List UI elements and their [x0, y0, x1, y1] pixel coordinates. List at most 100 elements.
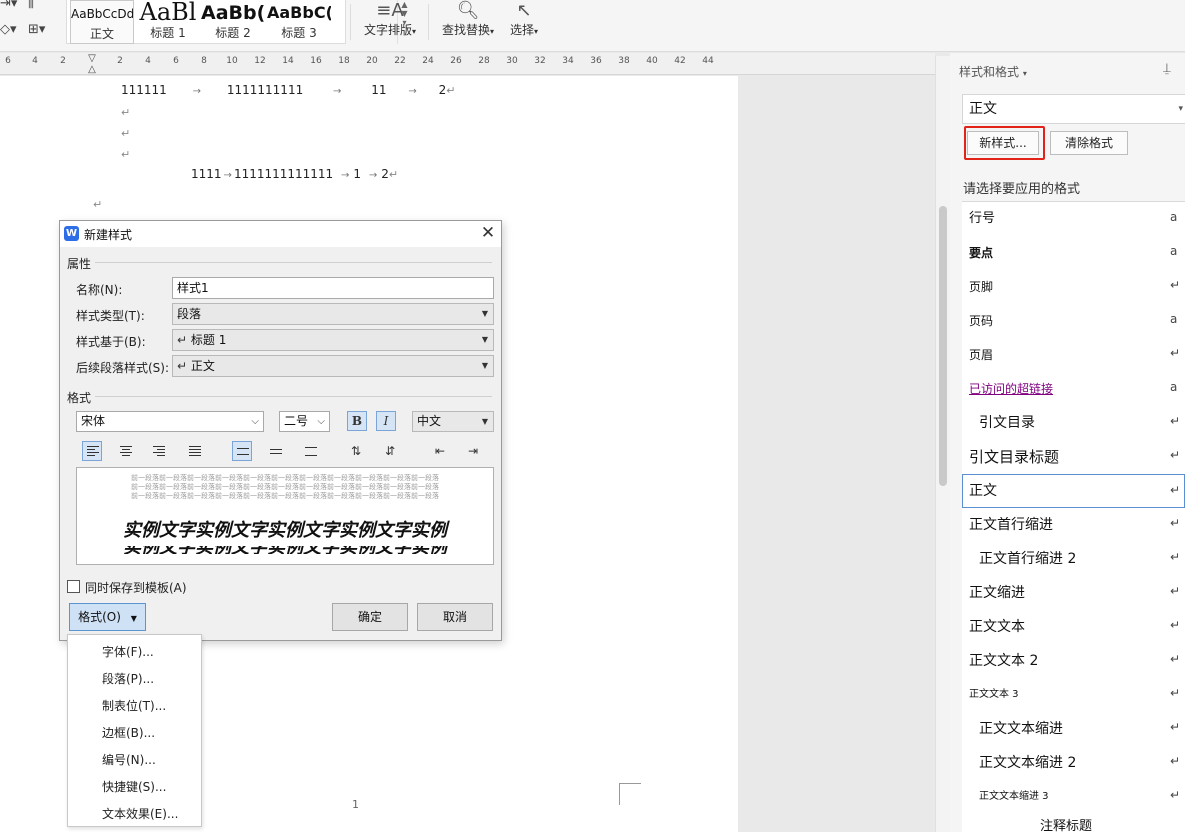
language-select[interactable]: 中文 ▼	[412, 411, 494, 432]
style-item-name: 行号	[969, 211, 996, 226]
style-item-name: 正文文本 3	[969, 689, 1019, 700]
style-item-toa[interactable]: 引文目录 ↵	[962, 406, 1185, 440]
scrollbar-thumb[interactable]	[939, 206, 947, 486]
style-name-input[interactable]: 样式1	[172, 277, 494, 299]
menu-item-numbering[interactable]: 编号(N)...	[102, 751, 156, 768]
style-item-name: 引文目录标题	[969, 448, 1060, 466]
style-item-body-first-indent[interactable]: 正文首行缩进 ↵	[962, 508, 1185, 542]
clear-format-button[interactable]: 清除格式	[1050, 131, 1128, 155]
style-item-body-first-indent-2[interactable]: 正文首行缩进 2 ↵	[962, 542, 1185, 576]
style-type-select[interactable]: 段落 ▼	[172, 303, 494, 325]
doc-text: 1111111111111	[233, 167, 334, 181]
style-item-line-number[interactable]: 行号 a	[962, 202, 1185, 236]
style-item-body-text-indent-2[interactable]: 正文文本缩进 2 ↵	[962, 746, 1185, 780]
gallery-style-normal[interactable]: AaBbCcDd 正文	[70, 0, 134, 44]
style-item-page-number[interactable]: 页码 a	[962, 304, 1185, 338]
menu-item-border[interactable]: 边框(B)...	[102, 724, 155, 741]
pin-icon[interactable]: ⍊	[1163, 61, 1171, 76]
ok-button[interactable]: 确定	[332, 603, 408, 631]
fill-color-icon[interactable]: ◇▾	[0, 22, 28, 40]
format-dropdown-button[interactable]: 格式(O) ▼	[69, 603, 146, 631]
style-item-header[interactable]: 页眉 ↵	[962, 338, 1185, 372]
align-left-button[interactable]	[82, 441, 102, 461]
style-item-body-text-2[interactable]: 正文文本 2 ↵	[962, 644, 1185, 678]
tab-mark: →	[341, 170, 350, 181]
ruler-tick-label: 34	[562, 56, 574, 66]
gallery-style-heading3[interactable]: AaBbC( 标题 3	[267, 0, 331, 44]
font-select[interactable]: 宋体 ⌵	[76, 411, 264, 432]
gallery-style-heading2[interactable]: AaBb( 标题 2	[201, 0, 265, 44]
ruler-tick-label: 28	[478, 56, 490, 66]
next-style-select[interactable]: ↵ 正文 ▼	[172, 355, 494, 377]
char-style-icon: a	[1170, 210, 1178, 224]
font-size-select[interactable]: 二号 ⌵	[279, 411, 330, 432]
line-spacing-1-5-button[interactable]	[265, 441, 285, 461]
current-style-value: 正文	[969, 101, 997, 117]
close-icon[interactable]: ✕	[478, 223, 498, 243]
indent-marker[interactable]: ▽ △	[86, 53, 98, 75]
align-justify-button[interactable]	[184, 441, 204, 461]
style-label: 正文	[89, 27, 114, 41]
menu-item-text-effect[interactable]: 文本效果(E)...	[102, 805, 178, 822]
font-size-value: 二号	[284, 414, 309, 428]
style-item-body-indent[interactable]: 正文缩进 ↵	[962, 576, 1185, 610]
line-spacing-single-button[interactable]	[232, 441, 252, 461]
font-value: 宋体	[81, 414, 106, 428]
current-style-select[interactable]: 正文 ▾	[962, 94, 1185, 124]
menu-item-shortcut[interactable]: 快捷键(S)...	[102, 778, 166, 795]
style-item-body-text-indent[interactable]: 正文文本缩进 ↵	[962, 712, 1185, 746]
menu-item-font[interactable]: 字体(F)...	[102, 643, 154, 660]
doc-line-2[interactable]: 1111 → 1111111111111 → 1 → 2↵	[191, 167, 398, 181]
paragraph-style-icon: ↵	[1170, 414, 1181, 428]
style-item-toa-heading[interactable]: 引文目录标题 ↵	[962, 440, 1185, 474]
horizontal-ruler[interactable]: ▽ △ 6 4 2 2 4 6 8 10 12 14 16 18 20 22 24 26 28 30 32 34 36 38…	[0, 53, 935, 75]
style-item-key-point[interactable]: 要点 a	[962, 236, 1185, 270]
dialog-titlebar[interactable]: W 新建样式 ✕	[60, 221, 501, 247]
style-item-footer[interactable]: 页脚 ↵	[962, 270, 1185, 304]
ruler-tick-label: 38	[618, 56, 630, 66]
line-spacing-double-button[interactable]	[300, 441, 320, 461]
ruler-tick-label: 12	[254, 56, 266, 66]
tab-mark: →	[192, 86, 202, 97]
ruler-tick-label: 36	[590, 56, 602, 66]
style-item-visited-hyperlink[interactable]: 已访问的超链接 a	[962, 372, 1185, 406]
align-right-button[interactable]	[148, 441, 168, 461]
style-item-body-text-3[interactable]: 正文文本 3 ↵	[962, 678, 1185, 712]
document-scrollbar[interactable]	[935, 56, 950, 832]
cancel-button[interactable]: 取消	[417, 603, 493, 631]
search-icon: 🔍︎	[456, 0, 480, 21]
border-icon[interactable]: ⊞▾	[28, 22, 56, 40]
column-icon[interactable]: ⫼	[28, 0, 56, 14]
align-center-button[interactable]	[115, 441, 135, 461]
text-layout-button[interactable]: ≡A 文字排版▾	[358, 0, 422, 46]
wps-logo-icon: W	[64, 226, 79, 241]
paragraph-style-icon: ↵	[1170, 346, 1181, 360]
doc-line-1[interactable]: 111111 → 1111111111 → 11 → 2↵	[121, 83, 455, 97]
menu-item-tabs[interactable]: 制表位(T)...	[102, 697, 166, 714]
new-style-dialog: W 新建样式 ✕ 属性 名称(N): 样式1 样式类型(T): 段落 ▼ 样式基…	[59, 220, 502, 641]
based-on-select[interactable]: ↵ 标题 1 ▼	[172, 329, 494, 351]
space-before-icon[interactable]: ⇅	[346, 441, 366, 461]
decrease-indent-icon[interactable]: ⇤	[430, 441, 450, 461]
bold-button[interactable]: B	[347, 411, 367, 431]
style-item-normal[interactable]: 正文 ↵	[962, 474, 1185, 508]
gallery-style-heading1[interactable]: AaBl 标题 1	[137, 0, 199, 44]
style-item-body-text[interactable]: 正文文本 ↵	[962, 610, 1185, 644]
style-item-name: 正文文本	[969, 619, 1025, 635]
style-label: 标题 1	[150, 26, 186, 40]
find-replace-button[interactable]: 🔍︎ 查找替换▾	[436, 0, 500, 46]
styles-pane-title[interactable]: 样式和格式 ▾	[959, 63, 1027, 80]
shading-icon[interactable]: ⇥▾	[0, 0, 28, 14]
space-after-icon[interactable]: ⇵	[380, 441, 400, 461]
dropdown-arrow-icon: ▼	[481, 361, 488, 370]
menu-item-paragraph[interactable]: 段落(P)...	[102, 670, 154, 687]
select-button[interactable]: ↖ 选择▾	[504, 0, 544, 46]
section-divider	[90, 396, 492, 397]
select-label: 选择	[509, 23, 534, 37]
style-item-note-heading[interactable]: 注释标题	[962, 814, 1185, 832]
paragraph-mark: ↵	[388, 168, 399, 181]
increase-indent-icon[interactable]: ⇥	[463, 441, 483, 461]
style-item-body-text-indent-3[interactable]: 正文文本缩进 3 ↵	[962, 780, 1185, 814]
save-to-template-checkbox[interactable]	[67, 580, 80, 593]
italic-button[interactable]: I	[376, 411, 396, 431]
